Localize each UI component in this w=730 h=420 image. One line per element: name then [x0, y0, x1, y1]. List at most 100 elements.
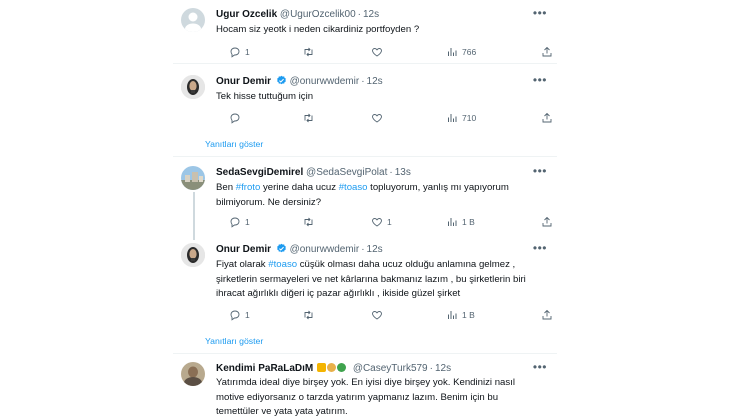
- hashtag-link[interactable]: #toaso: [339, 182, 368, 193]
- thread-line: [193, 192, 195, 240]
- profile-photo-icon: [181, 75, 205, 99]
- timestamp[interactable]: 12s: [367, 244, 383, 255]
- verified-icon: [276, 75, 286, 85]
- divider: [173, 156, 557, 157]
- money-emoji-icon: [317, 363, 327, 372]
- retweet-icon: [304, 217, 313, 227]
- retweet-icon: [304, 310, 313, 320]
- views-button[interactable]: 1 B: [446, 309, 475, 321]
- author-handle[interactable]: @CaseyTurk579: [353, 363, 428, 374]
- author-handle[interactable]: @SedaSevgiPolat: [306, 167, 387, 178]
- like-button[interactable]: [371, 46, 383, 58]
- share-button[interactable]: [541, 309, 553, 321]
- hashtag-link[interactable]: #toaso: [268, 259, 297, 270]
- tweet-text: Hocam siz yeotk i neden cikardiniz portf…: [216, 24, 420, 35]
- views-count: 1 B: [462, 217, 475, 227]
- profile-photo-icon: [181, 166, 205, 190]
- views-button[interactable]: 1 B: [446, 216, 475, 228]
- views-count: 710: [462, 113, 477, 123]
- more-icon[interactable]: •••: [533, 164, 547, 178]
- divider: [173, 63, 557, 64]
- tweet-text: Ben #froto yerine daha ucuz #toaso toplu…: [216, 182, 509, 208]
- money-face-emoji-icon: [327, 363, 337, 372]
- reply-button[interactable]: 1: [229, 46, 250, 58]
- tweet-actions: 1 1 B: [229, 309, 559, 323]
- timestamp[interactable]: 12s: [367, 76, 383, 87]
- author-name[interactable]: Ugur Ozcelik: [216, 9, 277, 20]
- avatar[interactable]: [181, 362, 205, 386]
- author-handle[interactable]: @onurwwdemir: [290, 76, 360, 87]
- like-button[interactable]: [371, 309, 383, 321]
- views-count: 1 B: [462, 310, 475, 320]
- retweet-button[interactable]: [302, 216, 315, 228]
- reply-count: 1: [245, 47, 250, 57]
- like-icon: [372, 218, 382, 227]
- share-icon: [542, 46, 552, 57]
- share-button[interactable]: [541, 216, 553, 228]
- more-icon[interactable]: •••: [533, 241, 547, 255]
- reply-button[interactable]: 1: [229, 216, 250, 228]
- timestamp[interactable]: 13s: [395, 167, 411, 178]
- avatar[interactable]: [181, 166, 205, 190]
- profile-photo-icon: [181, 362, 205, 386]
- retweet-icon: [304, 113, 313, 123]
- share-icon: [542, 216, 552, 227]
- author-handle[interactable]: @onurwwdemir: [290, 244, 360, 255]
- share-button[interactable]: [541, 46, 553, 58]
- like-button[interactable]: 1: [371, 216, 392, 228]
- reply-count: 1: [245, 310, 250, 320]
- hashtag-link[interactable]: #froto: [236, 182, 261, 193]
- reply-icon: [230, 310, 240, 321]
- like-icon: [372, 114, 382, 123]
- avatar[interactable]: [181, 75, 205, 99]
- share-icon: [542, 112, 552, 123]
- views-button[interactable]: 766: [446, 46, 476, 58]
- tweet-actions: 1 1 1 B: [229, 216, 559, 230]
- timestamp[interactable]: 12s: [435, 363, 451, 374]
- author-name[interactable]: Kendimi PaRaLaDıM: [216, 363, 313, 374]
- reply-button[interactable]: [229, 112, 241, 124]
- retweet-button[interactable]: [302, 309, 315, 321]
- views-icon: [448, 311, 457, 319]
- show-replies-link[interactable]: Yanıtları göster: [205, 336, 263, 346]
- author-handle[interactable]: @UgurOzcelik00: [280, 9, 356, 20]
- more-icon[interactable]: •••: [533, 360, 547, 374]
- clover-emoji-icon: [337, 363, 347, 372]
- reply-button[interactable]: 1: [229, 309, 250, 321]
- avatar[interactable]: [181, 8, 205, 32]
- tweet-text: Fiyat olarak #toaso cüşük olması daha uc…: [216, 259, 526, 300]
- default-avatar-icon: [185, 12, 201, 32]
- reply-count: 1: [245, 217, 250, 227]
- show-replies-link[interactable]: Yanıtları göster: [205, 139, 263, 149]
- reply-icon: [230, 47, 240, 58]
- like-icon: [372, 311, 382, 320]
- like-count: 1: [387, 217, 392, 227]
- reply-icon: [230, 113, 240, 124]
- author-name[interactable]: Onur Demir: [216, 244, 271, 255]
- retweet-icon: [304, 47, 313, 57]
- profile-photo-icon: [181, 243, 205, 267]
- reply-icon: [230, 217, 240, 228]
- avatar[interactable]: [181, 243, 205, 267]
- views-icon: [448, 114, 457, 122]
- retweet-button[interactable]: [302, 46, 315, 58]
- like-button[interactable]: [371, 112, 383, 124]
- tweet-text: Yatırımda ideal diye birşey yok. En iyis…: [216, 377, 515, 418]
- views-count: 766: [462, 47, 477, 57]
- more-icon[interactable]: •••: [533, 73, 547, 87]
- share-button[interactable]: [541, 112, 553, 124]
- views-icon: [448, 48, 457, 56]
- tweet-actions: 1 766: [229, 46, 559, 60]
- author-name[interactable]: SedaSevgiDemirel: [216, 167, 303, 178]
- more-icon[interactable]: •••: [533, 6, 547, 20]
- timestamp[interactable]: 12s: [363, 9, 379, 20]
- tweet-actions: 710: [229, 112, 559, 126]
- views-button[interactable]: 710: [446, 112, 476, 124]
- verified-icon: [276, 243, 286, 253]
- like-icon: [372, 48, 382, 57]
- divider: [173, 353, 557, 354]
- views-icon: [448, 218, 457, 226]
- retweet-button[interactable]: [302, 112, 315, 124]
- tweet-text: Tek hisse tuttuğum için: [216, 91, 314, 102]
- author-name[interactable]: Onur Demir: [216, 76, 271, 87]
